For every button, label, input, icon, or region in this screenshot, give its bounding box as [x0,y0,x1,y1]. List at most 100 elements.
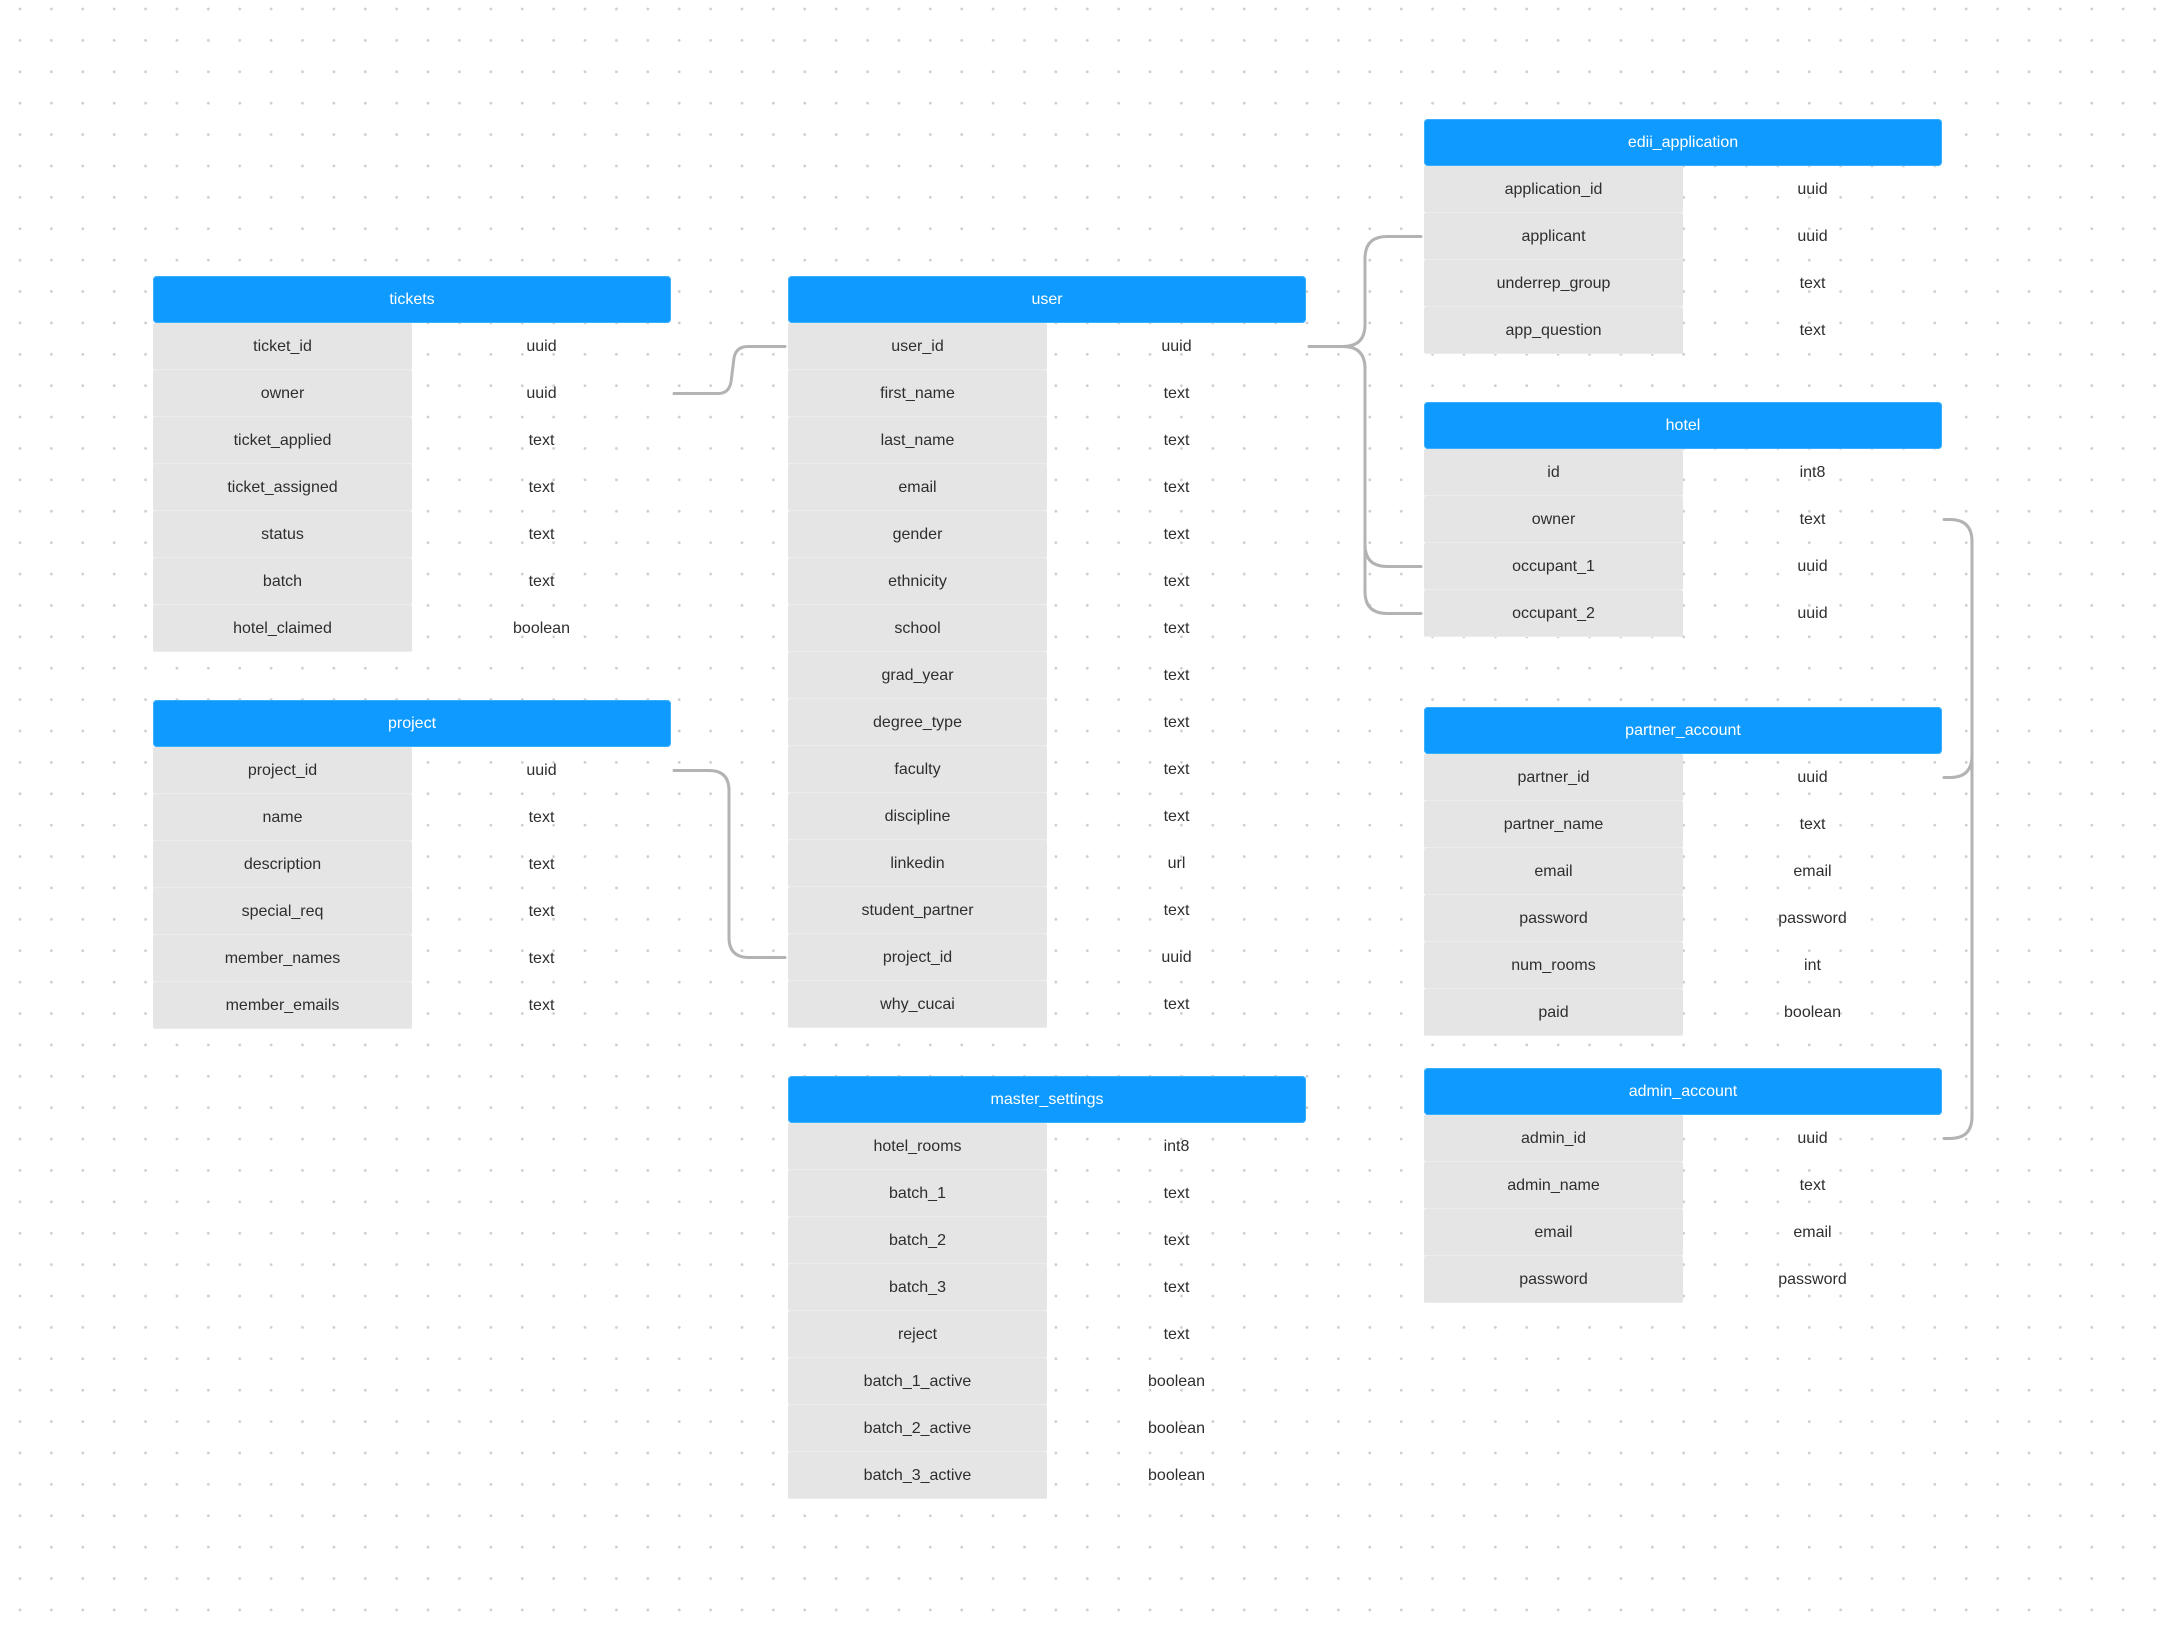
table-header-user[interactable]: user [788,276,1306,323]
column-type: int8 [1799,464,1826,481]
table-row[interactable]: status text [153,511,671,558]
table-row[interactable]: password password [1424,1256,1942,1303]
table-row[interactable]: grad_year text [788,652,1306,699]
table-user[interactable]: user user_id uuid first_name text last_name te… [788,276,1306,1028]
table-row[interactable]: ticket_id uuid [153,323,671,370]
table-row[interactable]: batch_2_active boolean [788,1405,1306,1452]
table-row[interactable]: email email [1424,1209,1942,1256]
table-row[interactable]: app_question text [1424,307,1942,354]
table-header-project[interactable]: project [153,700,671,747]
table-row[interactable]: why_cucai text [788,981,1306,1028]
column-type: text [528,479,555,496]
table-row[interactable]: admin_id uuid [1424,1115,1942,1162]
table-row[interactable]: occupant_1 uuid [1424,543,1942,590]
table-row[interactable]: underrep_group text [1424,260,1942,307]
table-row[interactable]: owner uuid [153,370,671,417]
table-header-tickets[interactable]: tickets [153,276,671,323]
column-name: project_id [153,747,412,794]
column-name: degree_type [788,699,1047,746]
table-row[interactable]: partner_id uuid [1424,754,1942,801]
table-row[interactable]: faculty text [788,746,1306,793]
table-row[interactable]: batch_3_active boolean [788,1452,1306,1499]
table-row[interactable]: description text [153,841,671,888]
table-row[interactable]: applicant uuid [1424,213,1942,260]
table-header-admin-account[interactable]: admin_account [1424,1068,1942,1115]
table-row[interactable]: batch_1 text [788,1170,1306,1217]
table-row[interactable]: last_name text [788,417,1306,464]
table-row[interactable]: linkedin url [788,840,1306,887]
connector-hotel-owner-to-partner-id[interactable] [1942,754,1974,779]
connector-user-id-to-edii-applicant[interactable] [1307,235,1423,348]
table-row[interactable]: num_rooms int [1424,942,1942,989]
connector-project-id-to-user-project-id[interactable] [672,769,787,959]
table-row[interactable]: hotel_claimed boolean [153,605,671,652]
table-project[interactable]: project project_id uuid name text description… [153,700,671,1029]
column-name: hotel_rooms [788,1123,1047,1170]
table-row[interactable]: email text [788,464,1306,511]
table-row[interactable]: member_emails text [153,982,671,1029]
column-name: first_name [788,370,1047,417]
column-type: text [1163,526,1190,543]
table-row[interactable]: hotel_rooms int8 [788,1123,1306,1170]
column-type: text [528,950,555,967]
connector-tickets-owner-to-user-user-id[interactable] [672,345,787,395]
table-row[interactable]: batch_1_active boolean [788,1358,1306,1405]
table-row[interactable]: gender text [788,511,1306,558]
table-row[interactable]: email email [1424,848,1942,895]
table-row[interactable]: student_partner text [788,887,1306,934]
table-row[interactable]: first_name text [788,370,1306,417]
table-row[interactable]: occupant_2 uuid [1424,590,1942,637]
table-row[interactable]: admin_name text [1424,1162,1942,1209]
table-row[interactable]: ethnicity text [788,558,1306,605]
table-row[interactable]: project_id uuid [153,747,671,794]
table-row[interactable]: ticket_applied text [153,417,671,464]
column-name: batch_3 [788,1264,1047,1311]
table-row[interactable]: password password [1424,895,1942,942]
table-row[interactable]: batch_2 text [788,1217,1306,1264]
table-row[interactable]: reject text [788,1311,1306,1358]
column-name: ticket_assigned [153,464,412,511]
column-name: description [153,841,412,888]
column-name: discipline [788,793,1047,840]
table-header-edii-application[interactable]: edii_application [1424,119,1942,166]
column-type: uuid [1797,769,1828,786]
table-edii-application[interactable]: edii_application application_id uuid applic… [1424,119,1942,354]
table-row[interactable]: paid boolean [1424,989,1942,1036]
column-name: hotel_claimed [153,605,412,652]
table-row[interactable]: owner text [1424,496,1942,543]
column-name: member_emails [153,982,412,1029]
connector-hotel-owner-to-partner-admin[interactable] [1942,518,1974,1140]
table-header-master-settings[interactable]: master_settings [788,1076,1306,1123]
connector-user-id-to-hotel-occupant-1[interactable] [1341,345,1423,568]
table-row[interactable]: id int8 [1424,449,1942,496]
table-row[interactable]: degree_type text [788,699,1306,746]
table-tickets[interactable]: tickets ticket_id uuid owner uuid ticket_appl… [153,276,671,652]
table-row[interactable]: name text [153,794,671,841]
table-master-settings[interactable]: master_settings hotel_rooms int8 batch_1 tex… [788,1076,1306,1499]
schema-canvas[interactable]: tickets ticket_id uuid owner uuid ticket_appl… [0,0,2164,1628]
table-row[interactable]: batch text [153,558,671,605]
table-row[interactable]: special_req text [153,888,671,935]
table-row[interactable]: ticket_assigned text [153,464,671,511]
column-type: text [528,856,555,873]
column-name: id [1424,449,1683,496]
table-row[interactable]: batch_3 text [788,1264,1306,1311]
column-type: int8 [1163,1138,1190,1155]
table-row[interactable]: user_id uuid [788,323,1306,370]
table-admin-account[interactable]: admin_account admin_id uuid admin_name text e… [1424,1068,1942,1303]
table-row[interactable]: application_id uuid [1424,166,1942,213]
table-row[interactable]: partner_name text [1424,801,1942,848]
table-partner-account[interactable]: partner_account partner_id uuid partner_nam… [1424,707,1942,1036]
table-row[interactable]: member_names text [153,935,671,982]
connector-user-id-to-hotel-occupant-2[interactable] [1363,538,1423,615]
column-type: boolean [513,620,570,637]
column-name: app_question [1424,307,1683,354]
table-header-hotel[interactable]: hotel [1424,402,1942,449]
table-row[interactable]: discipline text [788,793,1306,840]
table-hotel[interactable]: hotel id int8 owner text occupant_1 uuid occupa… [1424,402,1942,637]
column-name: email [788,464,1047,511]
table-header-partner-account[interactable]: partner_account [1424,707,1942,754]
table-row[interactable]: project_id uuid [788,934,1306,981]
column-name: occupant_1 [1424,543,1683,590]
table-row[interactable]: school text [788,605,1306,652]
